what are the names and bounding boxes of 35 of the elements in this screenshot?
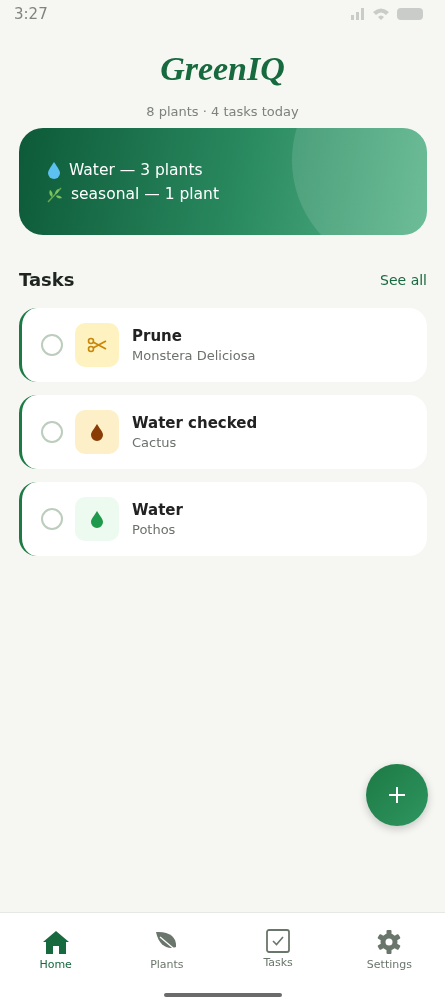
section-title: Tasks xyxy=(19,269,75,290)
app-logo: GreenIQ xyxy=(160,50,285,88)
task-title: Water xyxy=(132,501,183,519)
plant-name: Monstera Deliciosa xyxy=(132,348,256,363)
checkbox-icon xyxy=(266,929,291,953)
status-time: 3:27 xyxy=(14,5,48,23)
nav-tab[interactable]: Settings xyxy=(333,913,445,983)
task-checkbox[interactable] xyxy=(41,421,63,443)
banner-text: Water — 3 plants xyxy=(69,160,203,179)
home-icon xyxy=(41,929,70,955)
add-button[interactable] xyxy=(366,764,428,826)
water-drop-icon xyxy=(46,160,62,179)
task-checkbox[interactable] xyxy=(41,334,63,356)
settings-icon xyxy=(376,929,403,955)
nav-tab[interactable]: Plants xyxy=(111,913,223,983)
task-card[interactable]: Prune Monstera Deliciosa xyxy=(19,308,427,382)
nav-tab[interactable]: Home xyxy=(0,913,112,983)
wifi-icon xyxy=(373,7,389,21)
battery-icon xyxy=(397,8,423,20)
see-all-link[interactable]: See all xyxy=(380,271,427,288)
task-title: Prune xyxy=(132,327,183,345)
banner-text: seasonal — 1 plant xyxy=(71,184,219,203)
task-checkbox[interactable] xyxy=(41,508,63,530)
summary-text: 8 plants · 4 tasks today xyxy=(146,104,299,119)
water-drop-icon xyxy=(90,510,104,528)
task-title: Water checked xyxy=(132,414,258,432)
nav-tab[interactable]: Tasks xyxy=(222,913,334,983)
scissors-icon xyxy=(87,337,107,353)
task-card[interactable]: Water Pothos xyxy=(19,482,427,556)
plant-name: Cactus xyxy=(132,435,178,450)
signal-icon xyxy=(351,8,365,20)
plus-icon xyxy=(387,785,407,805)
task-card[interactable]: Water checked Cactus xyxy=(19,395,427,469)
water-drop-icon xyxy=(90,423,104,441)
plant-name: Pothos xyxy=(132,522,177,537)
